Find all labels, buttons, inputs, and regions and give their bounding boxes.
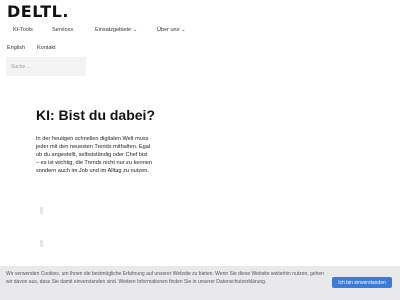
article-paragraph: In der heutigen schnellen digitalen Welt… xyxy=(36,136,152,174)
nav-item-label: English xyxy=(7,45,26,51)
nav-item-label: KI-Tools xyxy=(13,27,33,33)
chevron-down-icon: ⌄ xyxy=(181,27,186,33)
nav-item-label: Einsatzgebiete xyxy=(95,27,132,33)
content-divider xyxy=(40,240,43,247)
nav-item-label: Services xyxy=(52,27,74,33)
search-input[interactable]: Suche ... xyxy=(6,57,86,76)
nav-item-einsatzgebiete[interactable]: Einsatzgebiete ⌄ xyxy=(95,27,137,33)
nav-item-ki-tools[interactable]: KI-Tools xyxy=(13,27,33,33)
nav-item-english[interactable]: English xyxy=(7,45,25,51)
nav-item-kontakt[interactable]: Kontakt xyxy=(37,45,56,51)
chevron-down-icon: ⌄ xyxy=(133,27,138,33)
nav-item-label: Kontakt xyxy=(37,45,56,51)
nav-item-label: Über uns xyxy=(157,27,180,33)
cookie-banner-text: Wir verwenden Cookies, um Ihnen die best… xyxy=(6,271,324,285)
nav-item-ueber-uns[interactable]: Über uns ⌄ xyxy=(157,27,186,33)
search-placeholder: Suche ... xyxy=(11,63,31,70)
cookie-accept-button[interactable]: Ich bin einverstanden xyxy=(332,277,392,288)
site-logo[interactable]: DELTL. xyxy=(7,2,69,21)
page-title: KI: Bist du dabei? xyxy=(36,107,155,123)
nav-item-services[interactable]: Services xyxy=(52,27,73,33)
content-divider xyxy=(40,207,43,214)
